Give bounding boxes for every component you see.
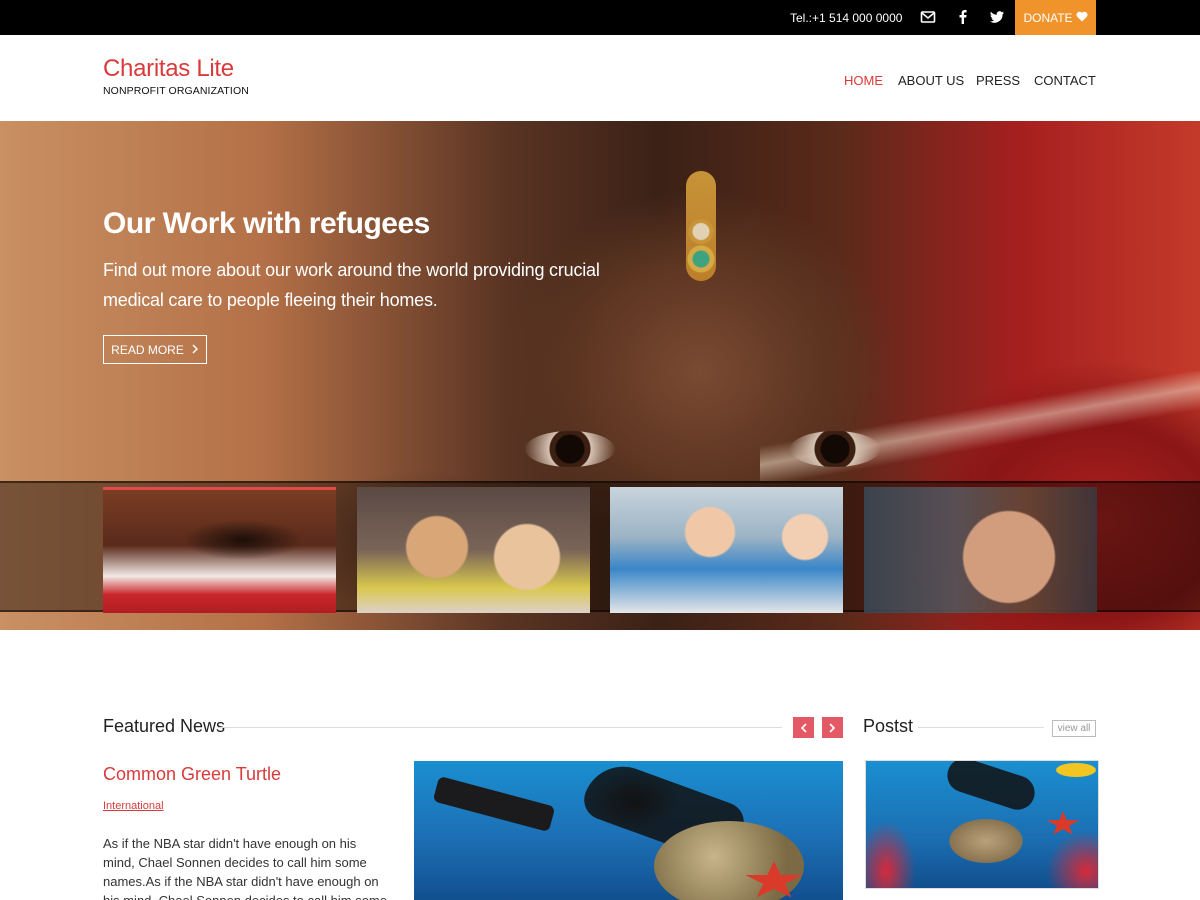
nav-contact[interactable]: CONTACT [1034, 73, 1096, 88]
top-bar: Tel.:+1 514 000 0000 DONATE [0, 0, 1200, 35]
site-tagline: NONPROFIT ORGANIZATION [103, 85, 249, 97]
hero-description: Find out more about our work around the … [103, 260, 600, 310]
hero-bindi-decoration [686, 171, 716, 281]
read-more-button[interactable]: READ MORE [103, 335, 207, 364]
facebook-icon[interactable] [955, 9, 973, 27]
phone-number: Tel.:+1 514 000 0000 [790, 11, 903, 25]
post-thumbnail[interactable] [865, 760, 1099, 889]
posts-heading: Postst [863, 716, 914, 736]
slide-thumbnail-1[interactable] [103, 487, 336, 613]
nav-about-us[interactable]: ABOUT US [898, 73, 964, 88]
featured-news-divider [218, 727, 782, 728]
hero-slider: Our Work with refugees Find out more abo… [0, 121, 1200, 630]
chevron-right-icon [192, 343, 199, 357]
article-excerpt: As if the NBA star didn't have enough on… [103, 836, 387, 900]
chevron-right-icon [829, 720, 836, 736]
donate-button[interactable]: DONATE [1015, 0, 1096, 35]
article-title[interactable]: Common Green Turtle [103, 764, 281, 785]
starfish-decoration [1046, 811, 1080, 835]
slider-thumbnails [0, 481, 1200, 613]
read-more-label: READ MORE [111, 342, 184, 357]
chevron-left-icon [800, 720, 807, 736]
hero-eye-decoration [525, 431, 615, 467]
nav-home[interactable]: HOME [844, 73, 883, 88]
twitter-icon[interactable] [989, 9, 1007, 27]
hero-title: Our Work with refugees [103, 207, 430, 240]
slide-thumbnail-3[interactable] [610, 487, 843, 613]
slide-thumbnail-2[interactable] [357, 487, 590, 613]
donate-label: DONATE [1023, 10, 1073, 25]
slide-thumbnail-4[interactable] [864, 487, 1097, 613]
site-title[interactable]: Charitas Lite [103, 55, 234, 83]
diver-decoration [942, 761, 1040, 815]
posts-divider [918, 727, 1044, 728]
mail-icon[interactable] [920, 9, 938, 27]
article-image[interactable] [414, 761, 843, 900]
view-all-button[interactable]: view all [1052, 720, 1096, 737]
article-category-link[interactable]: International [103, 800, 164, 812]
hero-eye-decoration [790, 431, 880, 467]
diver-fin-decoration [432, 775, 556, 833]
nav-press[interactable]: PRESS [976, 73, 1020, 88]
site-header: Charitas Lite NONPROFIT ORGANIZATION HOM… [0, 35, 1200, 121]
fish-decoration [1056, 763, 1096, 777]
featured-news-heading: Featured News [103, 716, 226, 736]
featured-next-button[interactable] [822, 717, 843, 738]
featured-prev-button[interactable] [793, 717, 814, 738]
heart-icon [1076, 11, 1088, 25]
